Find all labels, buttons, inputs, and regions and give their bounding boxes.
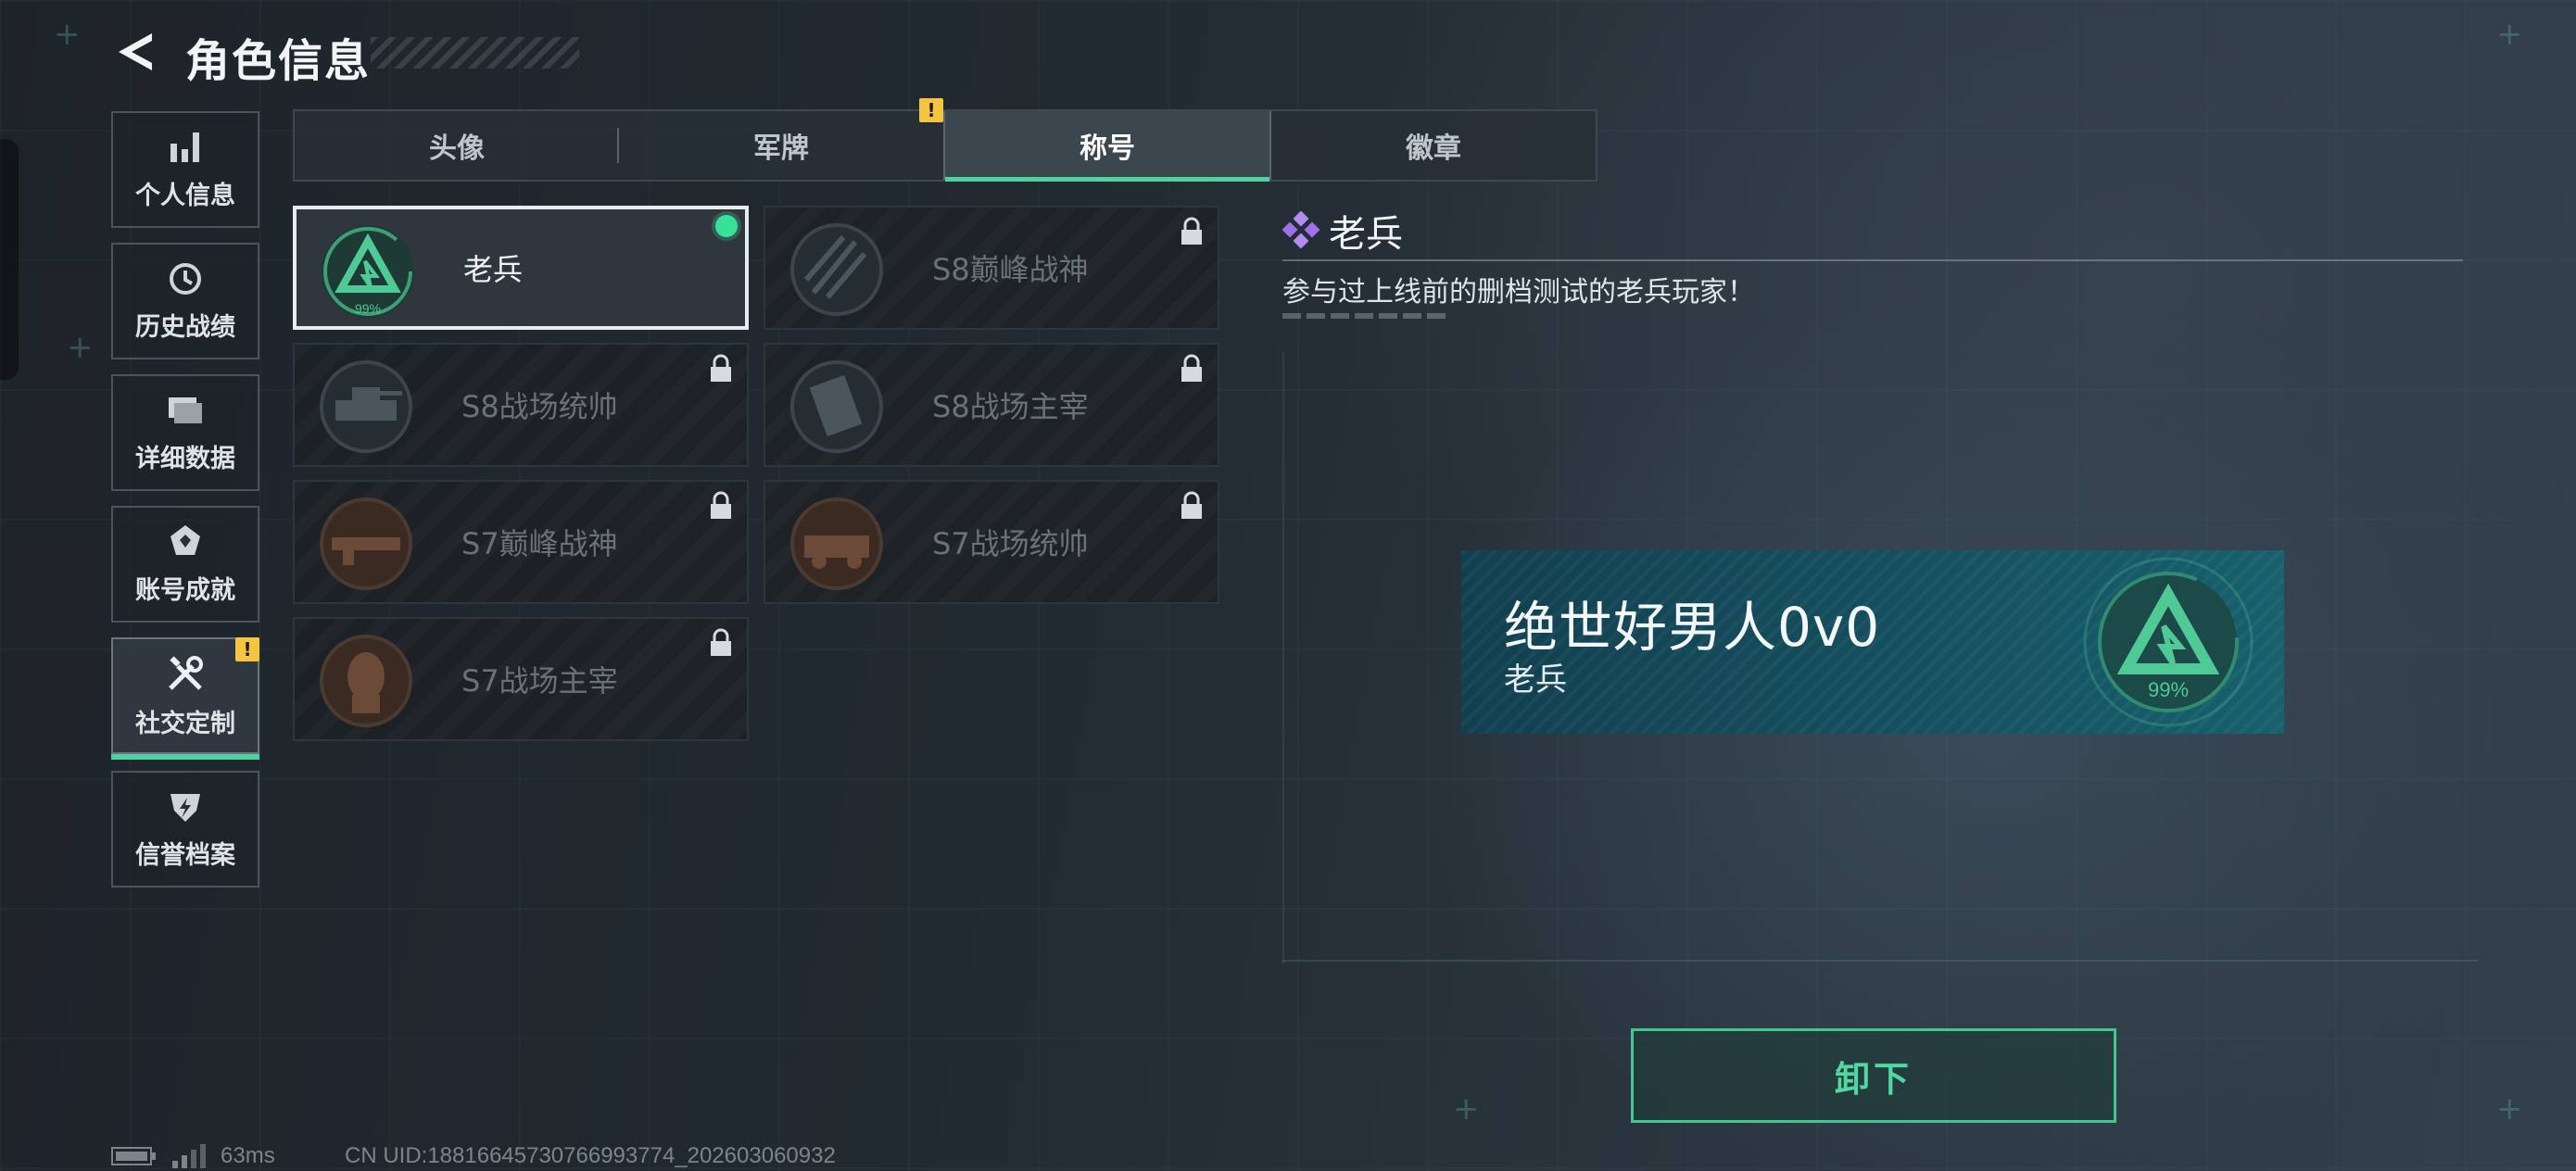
- crosshair-decoration: +: [2496, 1090, 2523, 1127]
- emblem-percent: 99%: [355, 301, 381, 316]
- sidebar-item-detailed-data[interactable]: 详细数据: [111, 374, 259, 491]
- lock-icon: [1181, 354, 1202, 382]
- tab-dogtag[interactable]: 军牌 !: [619, 98, 943, 180]
- divider: [1282, 960, 2478, 962]
- title-name: S7战场统帅: [932, 526, 1089, 561]
- tab-label: 徽章: [1406, 132, 1461, 165]
- sidebar-item-reputation[interactable]: 信誉档案: [111, 771, 259, 888]
- sidebar-item-personal-info[interactable]: 个人信息: [111, 111, 259, 228]
- title-card[interactable]: S7战场统帅: [764, 480, 1219, 604]
- warning-badge: !: [919, 98, 943, 122]
- sidebar-item-achievements[interactable]: 账号成就: [111, 506, 259, 623]
- s7-peak-emblem-icon: [320, 497, 412, 590]
- title-card[interactable]: S8巅峰战神: [764, 206, 1219, 330]
- emblem-percent: 99%: [2148, 678, 2189, 701]
- tab-badge[interactable]: 徽章: [1271, 111, 1596, 180]
- sidebar-item-label: 社交定制: [135, 709, 235, 738]
- signal-icon: [172, 1144, 206, 1168]
- tab-label: 头像: [429, 132, 485, 165]
- back-arrow-icon: [119, 33, 152, 70]
- lock-icon: [711, 354, 731, 382]
- title-card[interactable]: 99% 老兵: [293, 206, 749, 330]
- back-button[interactable]: [109, 26, 161, 78]
- s7-commander-emblem-icon: [790, 497, 883, 590]
- tab-label: 称号: [1080, 132, 1135, 165]
- crosshair-decoration: +: [54, 16, 81, 53]
- crosshair-decoration: +: [1453, 1090, 1480, 1127]
- unequip-button[interactable]: 卸下: [1631, 1028, 2116, 1123]
- lock-icon: [711, 628, 731, 656]
- tab-bar: 头像 军牌 ! 称号 徽章: [293, 98, 1597, 182]
- s8-peak-emblem-icon: [790, 223, 883, 316]
- crosshair-decoration: +: [67, 329, 94, 366]
- s8-commander-emblem-icon: [320, 360, 412, 453]
- sidebar-item-label: 历史战绩: [135, 312, 235, 342]
- veteran-emblem-icon: 99%: [2083, 557, 2254, 727]
- tab-avatar[interactable]: 头像: [295, 111, 619, 180]
- s7-dominator-emblem-icon: [320, 635, 412, 727]
- sidebar-item-label: 个人信息: [135, 181, 235, 210]
- sidebar-item-label: 账号成就: [135, 575, 235, 605]
- title-name: S7战场主宰: [461, 663, 618, 699]
- side-handle: [0, 139, 19, 380]
- status-bar: 63ms: [111, 1143, 275, 1169]
- lock-icon: [1181, 217, 1202, 245]
- title-name: 老兵: [463, 252, 524, 287]
- title-name: S7巅峰战神: [461, 526, 618, 561]
- title-name: S8战场主宰: [932, 389, 1089, 424]
- rarity-gem-icon: [1282, 211, 1320, 248]
- divider: [1282, 259, 2463, 261]
- title-decoration: [371, 37, 579, 69]
- folders-icon: [165, 392, 206, 429]
- bar-chart-icon: [167, 129, 204, 166]
- player-name: 绝世好男人0v0: [1504, 596, 1881, 659]
- title-card[interactable]: S7战场主宰: [293, 617, 749, 741]
- tab-title[interactable]: 称号: [943, 111, 1271, 182]
- s8-dominator-emblem-icon: [790, 360, 883, 453]
- nameplate-title: 老兵: [1504, 661, 1567, 699]
- veteran-emblem-icon: 99%: [322, 225, 414, 318]
- title-card[interactable]: S8战场主宰: [764, 343, 1219, 467]
- detail-title: 老兵: [1329, 213, 1403, 256]
- detail-decoration: [1282, 313, 1449, 319]
- sidebar-item-label: 信誉档案: [135, 840, 235, 870]
- sidebar-item-label: 详细数据: [135, 444, 235, 473]
- sidebar-item-history[interactable]: 历史战绩: [111, 243, 259, 359]
- shield-icon: [167, 788, 204, 825]
- detail-description: 参与过上线前的删档测试的老兵玩家！: [1282, 276, 1755, 308]
- achievement-icon: [167, 523, 204, 560]
- sidebar-item-social-custom[interactable]: 社交定制 !: [111, 637, 259, 760]
- lock-icon: [711, 491, 731, 519]
- title-card[interactable]: S7巅峰战神: [293, 480, 749, 604]
- title-name: S8巅峰战神: [932, 252, 1089, 287]
- ping-value: 63ms: [221, 1143, 275, 1168]
- player-uid: CN UID:18816645730766993774_202603060932: [345, 1143, 836, 1168]
- page-title: 角色信息: [185, 35, 372, 87]
- crosshair-decoration: +: [2496, 16, 2523, 53]
- tools-icon: [165, 653, 206, 694]
- tab-label: 军牌: [753, 132, 809, 165]
- equipped-dot: [715, 215, 738, 237]
- lock-icon: [1181, 491, 1202, 519]
- nameplate-preview: 绝世好男人0v0 老兵 99%: [1461, 550, 2284, 734]
- history-icon: [167, 260, 204, 297]
- title-name: S8战场统帅: [461, 389, 618, 424]
- title-card[interactable]: S8战场统帅: [293, 343, 749, 467]
- warning-badge: !: [235, 637, 259, 661]
- battery-icon: [111, 1147, 156, 1165]
